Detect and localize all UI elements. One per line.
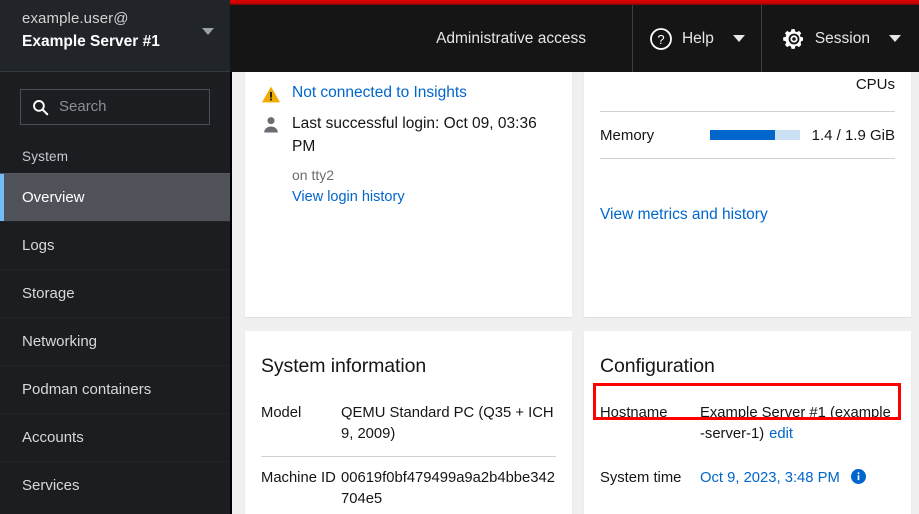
- sidebar-item-label: Accounts: [22, 429, 84, 446]
- brand-accent-strip: [230, 0, 919, 5]
- sidebar-item-label: Services: [22, 477, 80, 494]
- configuration-card: Configuration Hostname Example Server #1…: [584, 331, 911, 514]
- sidebar-host-switcher[interactable]: example.user@ Example Server #1: [0, 0, 230, 72]
- health-card: Not connected to Insights Last successfu…: [245, 72, 572, 317]
- search-box[interactable]: [20, 89, 210, 125]
- table-row-model: Model QEMU Standard PC (Q35 + ICH9, 2009…: [261, 392, 556, 457]
- session-menu-button[interactable]: Session: [760, 5, 919, 72]
- last-login-text: Last successful login: Oct 09, 03:36 PM: [292, 115, 537, 155]
- administrative-access-label: Administrative access: [436, 29, 586, 47]
- last-login-row: Last successful login: Oct 09, 03:36 PM: [261, 112, 556, 158]
- warning-triangle-icon: [262, 86, 280, 103]
- usage-label-memory: Memory: [600, 126, 655, 144]
- table-row-machine-id: Machine ID 00619f0bf479499a9a2b4bbe34270…: [261, 457, 556, 514]
- memory-bar-fill: [710, 130, 775, 140]
- sidebar-item-label: Logs: [22, 237, 55, 254]
- sidebar: example.user@ Example Server #1 System O…: [0, 0, 232, 514]
- search-input[interactable]: [59, 97, 199, 117]
- table-row-hostname: Hostname Example Server #1 (example-serv…: [600, 392, 895, 456]
- user-icon: [264, 117, 278, 133]
- sidebar-servername: Example Server #1: [22, 33, 160, 50]
- row-key: Model: [261, 405, 302, 421]
- system-information-body: System information Model QEMU Standard P…: [245, 331, 572, 514]
- help-menu-button[interactable]: ? Help: [631, 5, 761, 72]
- row-value: 00619f0bf479499a9a2b4bbe342704e5: [341, 470, 555, 507]
- sidebar-item-services[interactable]: Services: [0, 461, 230, 509]
- usage-card: CPUs Memory 1.4 / 1.9 GiB View metrics a…: [584, 72, 911, 317]
- login-tty: on tty2: [292, 167, 335, 183]
- row-value: Oct 9, 2023, 3:48 PM: [700, 468, 866, 489]
- sidebar-item-accounts[interactable]: Accounts: [0, 413, 230, 461]
- sidebar-item-label: Overview: [22, 189, 85, 206]
- sidebar-item-label: Networking: [22, 333, 98, 350]
- memory-usage-bar: [710, 130, 802, 140]
- configuration-title: Configuration: [600, 355, 715, 377]
- table-row-system-time: System time Oct 9, 2023, 3:48 PM: [600, 456, 895, 501]
- insights-status-row: Not connected to Insights: [261, 82, 556, 105]
- usage-row-memory: Memory 1.4 / 1.9 GiB: [600, 112, 895, 159]
- caret-down-icon: [732, 35, 745, 42]
- info-circle-icon[interactable]: [850, 469, 866, 484]
- chevron-down-icon[interactable]: [202, 28, 214, 35]
- view-metrics-link[interactable]: View metrics and history: [600, 159, 768, 224]
- usage-card-body: CPUs Memory 1.4 / 1.9 GiB View metrics a…: [584, 72, 911, 224]
- help-circle-icon: ?: [650, 27, 672, 50]
- insights-link[interactable]: Not connected to Insights: [292, 82, 467, 104]
- sidebar-item-networking[interactable]: Networking: [0, 317, 230, 365]
- sidebar-nav-list: Overview Logs Storage Networking Podman …: [0, 173, 230, 509]
- sidebar-item-overview[interactable]: Overview: [0, 173, 230, 221]
- sidebar-section-label: System: [22, 149, 69, 164]
- search-icon: [33, 99, 49, 115]
- view-login-history-link[interactable]: View login history: [292, 186, 556, 208]
- gear-icon: [783, 28, 803, 49]
- administrative-access-button[interactable]: Administrative access: [396, 5, 632, 72]
- usage-row-cpu: CPUs: [600, 72, 895, 112]
- caret-down-icon: [889, 35, 901, 42]
- sidebar-item-label: Podman containers: [22, 381, 152, 398]
- sidebar-item-logs[interactable]: Logs: [0, 221, 230, 269]
- table-row-domain: Domain Join domain: [600, 501, 895, 514]
- row-key: Machine ID: [261, 470, 336, 486]
- sidebar-item-storage[interactable]: Storage: [0, 269, 230, 317]
- row-value: QEMU Standard PC (Q35 + ICH9, 2009): [341, 405, 554, 442]
- sidebar-item-podman-containers[interactable]: Podman containers: [0, 365, 230, 413]
- usage-value-cpu: CPUs: [855, 76, 895, 93]
- configuration-body: Configuration Hostname Example Server #1…: [584, 331, 911, 514]
- sidebar-username: example.user@: [22, 10, 129, 27]
- row-key: Hostname: [600, 405, 668, 421]
- row-value: Example Server #1 (example-server-1) edit: [700, 403, 895, 445]
- row-key: System time: [600, 470, 682, 486]
- sidebar-search-container: [0, 72, 230, 125]
- system-information-card: System information Model QEMU Standard P…: [245, 331, 572, 514]
- cockpit-overview-page: example.user@ Example Server #1 System O…: [0, 0, 919, 514]
- sidebar-item-label: Storage: [22, 285, 75, 302]
- session-label: Session: [814, 29, 870, 47]
- last-login-details: on tty2 View login history: [261, 165, 556, 208]
- usage-value-memory: 1.4 / 1.9 GiB: [811, 126, 895, 144]
- svg-text:?: ?: [657, 32, 664, 47]
- system-information-title: System information: [261, 355, 427, 377]
- top-header-bar: Administrative access ? Help Session: [230, 5, 919, 72]
- help-label: Help: [681, 29, 714, 47]
- main-content: Not connected to Insights Last successfu…: [232, 72, 919, 514]
- hostname-value: Example Server #1 (example-server-1): [700, 405, 891, 442]
- health-card-body: Not connected to Insights Last successfu…: [245, 72, 572, 208]
- edit-hostname-link[interactable]: edit: [769, 426, 793, 442]
- system-time-link[interactable]: Oct 9, 2023, 3:48 PM: [700, 470, 840, 486]
